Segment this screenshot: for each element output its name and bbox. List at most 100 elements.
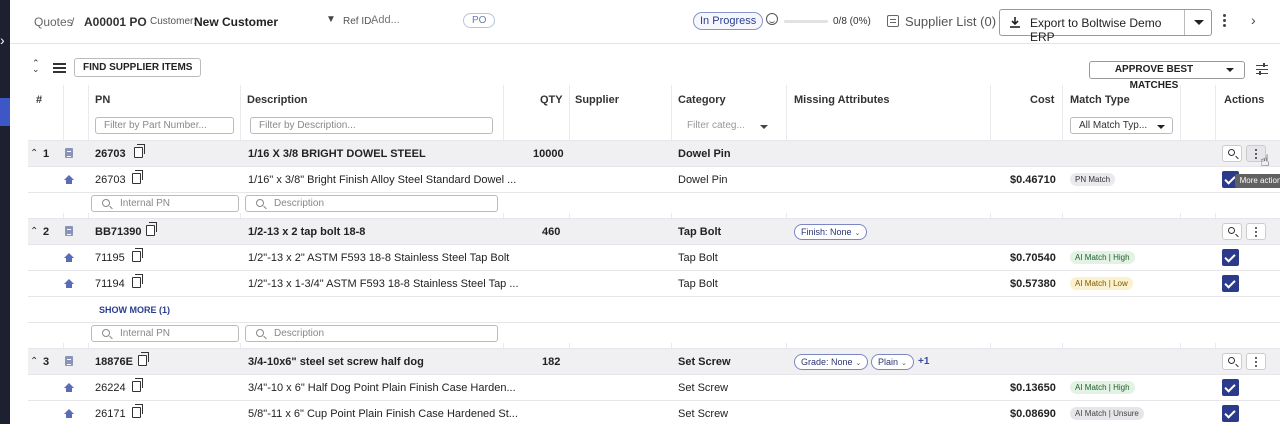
missing-attribute-chip[interactable]: Finish: None ⌄ [794, 224, 868, 240]
list-view-icon[interactable] [53, 63, 66, 73]
copy-icon[interactable] [132, 248, 143, 262]
copy-icon[interactable] [132, 170, 143, 184]
approve-checkbox[interactable] [1222, 405, 1239, 422]
search-button[interactable] [1222, 223, 1242, 240]
description-placeholder: Description [274, 328, 325, 339]
header-category[interactable]: Category [678, 94, 726, 106]
missing-attribute-chip[interactable]: Plain ⌄ [871, 354, 914, 370]
search-button[interactable] [1222, 145, 1242, 162]
match-category: Set Screw [678, 382, 729, 394]
customer-label: Customer: [150, 16, 197, 27]
header-cost[interactable]: Cost [1030, 94, 1054, 106]
header-missing-attributes[interactable]: Missing Attributes [794, 94, 890, 106]
match-type-badge: PN Match [1070, 173, 1116, 186]
item-pn: 18876E [95, 356, 133, 368]
search-button[interactable] [1222, 353, 1242, 370]
item-description: 3/4-10x6" steel set screw half dog [248, 356, 424, 368]
description-search-input[interactable]: Description [245, 195, 498, 212]
match-row[interactable]: 26703 1/16" x 3/8" Bright Finish Alloy S… [28, 166, 1280, 192]
item-row[interactable]: ⌃ 2 BB71390 1/2-13 x 2 tap bolt 18-8 460… [28, 218, 1280, 244]
search-icon [1228, 227, 1235, 234]
header-qty[interactable]: QTY [540, 94, 563, 106]
header-description[interactable]: Description [247, 94, 308, 106]
search-icon [102, 329, 110, 337]
document-icon [65, 356, 73, 366]
match-type-badge: AI Match | Low [1070, 277, 1133, 290]
match-category: Tap Bolt [678, 278, 718, 290]
customer-select[interactable]: New Customer [194, 15, 278, 29]
match-type-badge: AI Match | High [1070, 251, 1135, 264]
more-vert-icon[interactable] [1223, 14, 1227, 29]
copy-icon[interactable] [134, 144, 145, 158]
copy-icon[interactable] [132, 274, 143, 288]
match-row[interactable]: 71194 1/2"-13 x 1-3/4" ASTM F593 18-8 St… [28, 270, 1280, 296]
document-icon [65, 148, 73, 158]
item-row[interactable]: ⌃ 1 26703 1/16 X 3/8 BRIGHT DOWEL STEEL … [28, 140, 1280, 166]
search-icon [1228, 357, 1235, 364]
collapse-icon[interactable]: ⌃ [30, 356, 38, 367]
show-more-link[interactable]: SHOW MORE (1) [99, 305, 170, 315]
find-supplier-items-button[interactable]: FIND SUPPLIER ITEMS [74, 58, 202, 77]
missing-attribute-label: Plain [878, 357, 899, 367]
export-dropdown-button[interactable] [1184, 10, 1211, 35]
hand-cursor-icon: ☝ [1260, 153, 1270, 170]
supplier-list-button[interactable]: Supplier List (0) [887, 14, 996, 29]
export-button[interactable]: Export to Boltwise Demo ERP [1000, 10, 1184, 44]
match-pn: 26703 [95, 174, 126, 186]
item-qty: 10000 [533, 148, 564, 160]
category-filter-select[interactable]: Filter categ... [678, 117, 774, 134]
match-row[interactable]: 71195 1/2"-13 x 2" ASTM F593 18-8 Stainl… [28, 244, 1280, 270]
internal-pn-placeholder: Internal PN [120, 198, 171, 209]
column-settings-icon[interactable] [1256, 63, 1268, 75]
top-bar: Quotes / A00001 PO Customer: New Custome… [10, 0, 1280, 44]
approve-checkbox[interactable] [1222, 379, 1239, 396]
chevron-down-icon[interactable]: ▼ [326, 14, 336, 25]
copy-icon[interactable] [146, 222, 157, 236]
item-index: 3 [43, 356, 50, 368]
internal-pn-search-input[interactable]: Internal PN [91, 195, 239, 212]
match-pn: 26171 [95, 408, 126, 420]
match-row[interactable]: 26171 5/8"-11 x 6" Cup Point Plain Finis… [28, 400, 1280, 424]
copy-icon[interactable] [132, 378, 143, 392]
description-search-input[interactable]: Description [245, 325, 498, 342]
copy-icon[interactable] [132, 404, 143, 418]
main-area: Quotes / A00001 PO Customer: New Custome… [10, 0, 1280, 424]
approve-checkbox[interactable] [1222, 275, 1239, 292]
description-filter-input[interactable]: Filter by Description... [250, 117, 493, 134]
more-actions-button[interactable] [1246, 223, 1266, 240]
header-pn[interactable]: PN [95, 94, 110, 106]
collapse-icon[interactable]: ⌃ [30, 148, 38, 159]
approve-checkbox[interactable] [1222, 249, 1239, 266]
match-category: Dowel Pin [678, 174, 728, 186]
match-type-filter-select[interactable]: All Match Typ... [1070, 117, 1173, 134]
approve-best-matches-button[interactable]: APPROVE BEST MATCHES [1090, 62, 1218, 91]
missing-attribute-label: Finish: None [801, 227, 852, 237]
chevron-down-icon: ⌄ [855, 360, 862, 367]
collapse-icon[interactable]: ⌃ [30, 226, 38, 237]
match-description: 3/4"-10 x 6" Half Dog Point Plain Finish… [248, 382, 516, 394]
ref-id-input[interactable] [371, 14, 461, 26]
header-match-type[interactable]: Match Type [1070, 94, 1130, 106]
more-actions-button[interactable] [1246, 353, 1266, 370]
header-supplier[interactable]: Supplier [575, 94, 619, 106]
po-badge[interactable]: PO [463, 13, 496, 28]
search-row: Internal PN Description [28, 322, 1280, 343]
pn-filter-input[interactable]: Filter by Part Number... [95, 117, 234, 134]
caret-down-icon [760, 125, 768, 129]
match-row[interactable]: 26224 3/4"-10 x 6" Half Dog Point Plain … [28, 374, 1280, 400]
status-badge[interactable]: In Progress [693, 12, 764, 30]
item-row[interactable]: ⌃ 3 18876E 3/4-10x6" steel set screw hal… [28, 348, 1280, 374]
internal-pn-search-input[interactable]: Internal PN [91, 325, 239, 342]
category-filter-placeholder: Filter categ... [687, 120, 745, 131]
approve-dropdown-button[interactable] [1218, 62, 1244, 78]
breadcrumb-quotes[interactable]: Quotes [34, 15, 73, 29]
list-icon [887, 15, 899, 27]
search-icon [256, 199, 264, 207]
match-type-badge: AI Match | High [1070, 381, 1135, 394]
missing-attribute-chip[interactable]: Grade: None ⌄ [794, 354, 869, 370]
more-attributes-count[interactable]: +1 [918, 356, 929, 367]
collapse-all-icon[interactable]: ⌃ ⌄ [32, 59, 40, 74]
chevron-right-icon[interactable]: › [0, 32, 5, 48]
copy-icon[interactable] [138, 352, 149, 366]
chevron-right-icon[interactable]: › [1251, 12, 1256, 28]
